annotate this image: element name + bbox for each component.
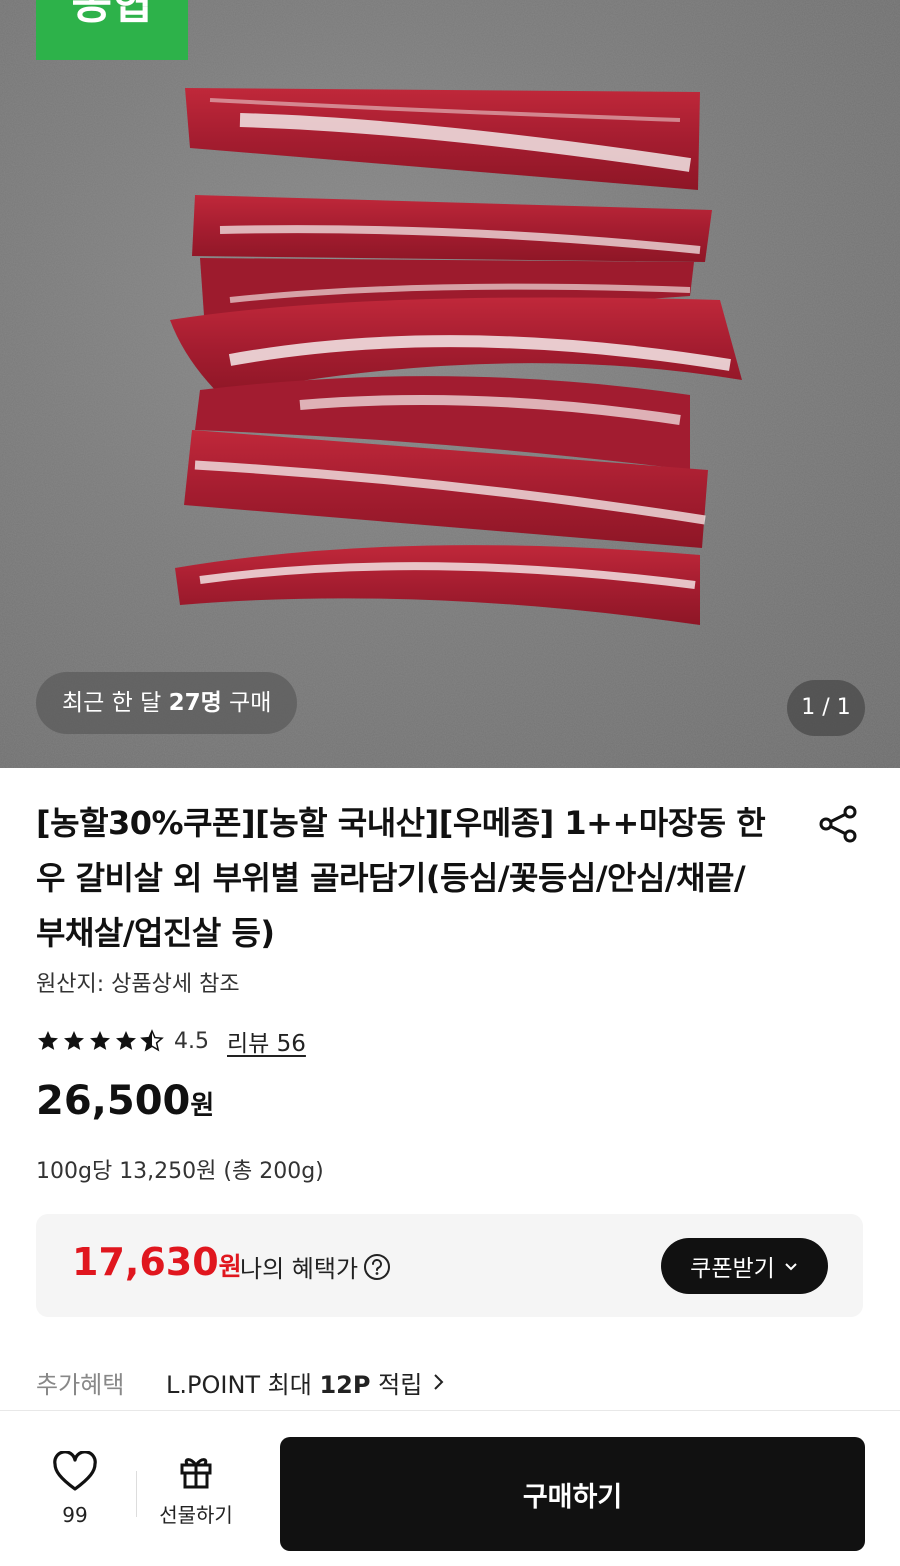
bottom-bar-divider bbox=[136, 1471, 137, 1517]
rating-stars bbox=[36, 1029, 164, 1053]
rating-value: 4.5 bbox=[174, 1028, 209, 1054]
review-link[interactable]: 리뷰 56 bbox=[227, 1024, 306, 1058]
recent-purchase-badge: 최근 한 달 27명 구매 bbox=[36, 672, 298, 734]
product-image[interactable]: 농협 최근 한 달 27명 구매 1 / 1 bbox=[0, 0, 900, 768]
product-price: 26,500원 bbox=[36, 1078, 214, 1124]
wishlist-button[interactable]: 99 bbox=[36, 1450, 114, 1535]
extra-benefit-value: L.POINT 최대 12P 적립 bbox=[166, 1365, 446, 1400]
benefit-price: 17,630원 bbox=[72, 1240, 242, 1284]
gift-button[interactable]: 선물하기 bbox=[148, 1451, 244, 1535]
share-icon bbox=[819, 805, 857, 843]
price-unit: 원 bbox=[190, 1091, 215, 1121]
benefit-label: 나의 혜택가 bbox=[240, 1249, 392, 1284]
buy-button[interactable]: 구매하기 bbox=[280, 1437, 865, 1551]
benefit-price-unit: 원 bbox=[218, 1252, 242, 1281]
star-full-icon bbox=[90, 1031, 110, 1050]
chevron-right-icon bbox=[434, 1374, 444, 1390]
star-full-icon bbox=[116, 1031, 136, 1050]
share-button[interactable] bbox=[812, 800, 864, 852]
wishlist-count: 99 bbox=[62, 1503, 88, 1527]
origin-info: 원산지: 상품상세 참조 bbox=[36, 972, 240, 997]
chevron-down-icon bbox=[785, 1263, 797, 1271]
star-half-icon bbox=[140, 1029, 164, 1052]
price-amount: 26,500 bbox=[36, 1078, 191, 1124]
gift-label: 선물하기 bbox=[159, 1503, 233, 1527]
rating-row: 4.5 리뷰 56 bbox=[36, 1024, 306, 1058]
lpoint-suffix: 적립 bbox=[370, 1370, 423, 1399]
image-page-indicator: 1 / 1 bbox=[787, 680, 865, 736]
unit-price: 100g당 13,250원 (총 200g) bbox=[36, 1159, 324, 1184]
gift-icon bbox=[180, 1458, 212, 1489]
beef-rib-photo bbox=[170, 88, 742, 625]
lpoint-text: L.POINT 최대 12P 적립 bbox=[166, 1365, 422, 1400]
extra-benefit-label: 추가혜택 bbox=[36, 1370, 125, 1399]
benefit-price-box: 17,630원 나의 혜택가 쿠폰받기 bbox=[36, 1214, 863, 1317]
get-coupon-button[interactable]: 쿠폰받기 bbox=[661, 1238, 828, 1294]
lpoint-prefix: L.POINT 최대 bbox=[166, 1370, 320, 1399]
star-full-icon bbox=[64, 1031, 84, 1050]
bottom-action-bar: 99 선물하기 구매하기 bbox=[0, 1410, 900, 1566]
recent-purchase-suffix: 구매 bbox=[221, 690, 272, 716]
product-title: [농할30%쿠폰][농할 국내산][우메종] 1++마장동 한우 갈비살 외 부… bbox=[36, 804, 766, 952]
extra-benefit-row[interactable]: 추가혜택 L.POINT 최대 12P 적립 bbox=[36, 1364, 446, 1400]
help-icon[interactable] bbox=[362, 1252, 392, 1282]
coupon-button-label: 쿠폰받기 bbox=[690, 1256, 775, 1282]
heart-icon bbox=[53, 1450, 97, 1491]
recent-purchase-prefix: 최근 한 달 bbox=[62, 690, 169, 716]
lpoint-points: 12P bbox=[319, 1370, 371, 1399]
recent-purchase-count: 27명 bbox=[168, 690, 222, 716]
star-full-icon bbox=[38, 1031, 58, 1050]
benefit-label-text: 나의 혜택가 bbox=[240, 1255, 359, 1283]
benefit-price-amount: 17,630 bbox=[72, 1240, 219, 1284]
